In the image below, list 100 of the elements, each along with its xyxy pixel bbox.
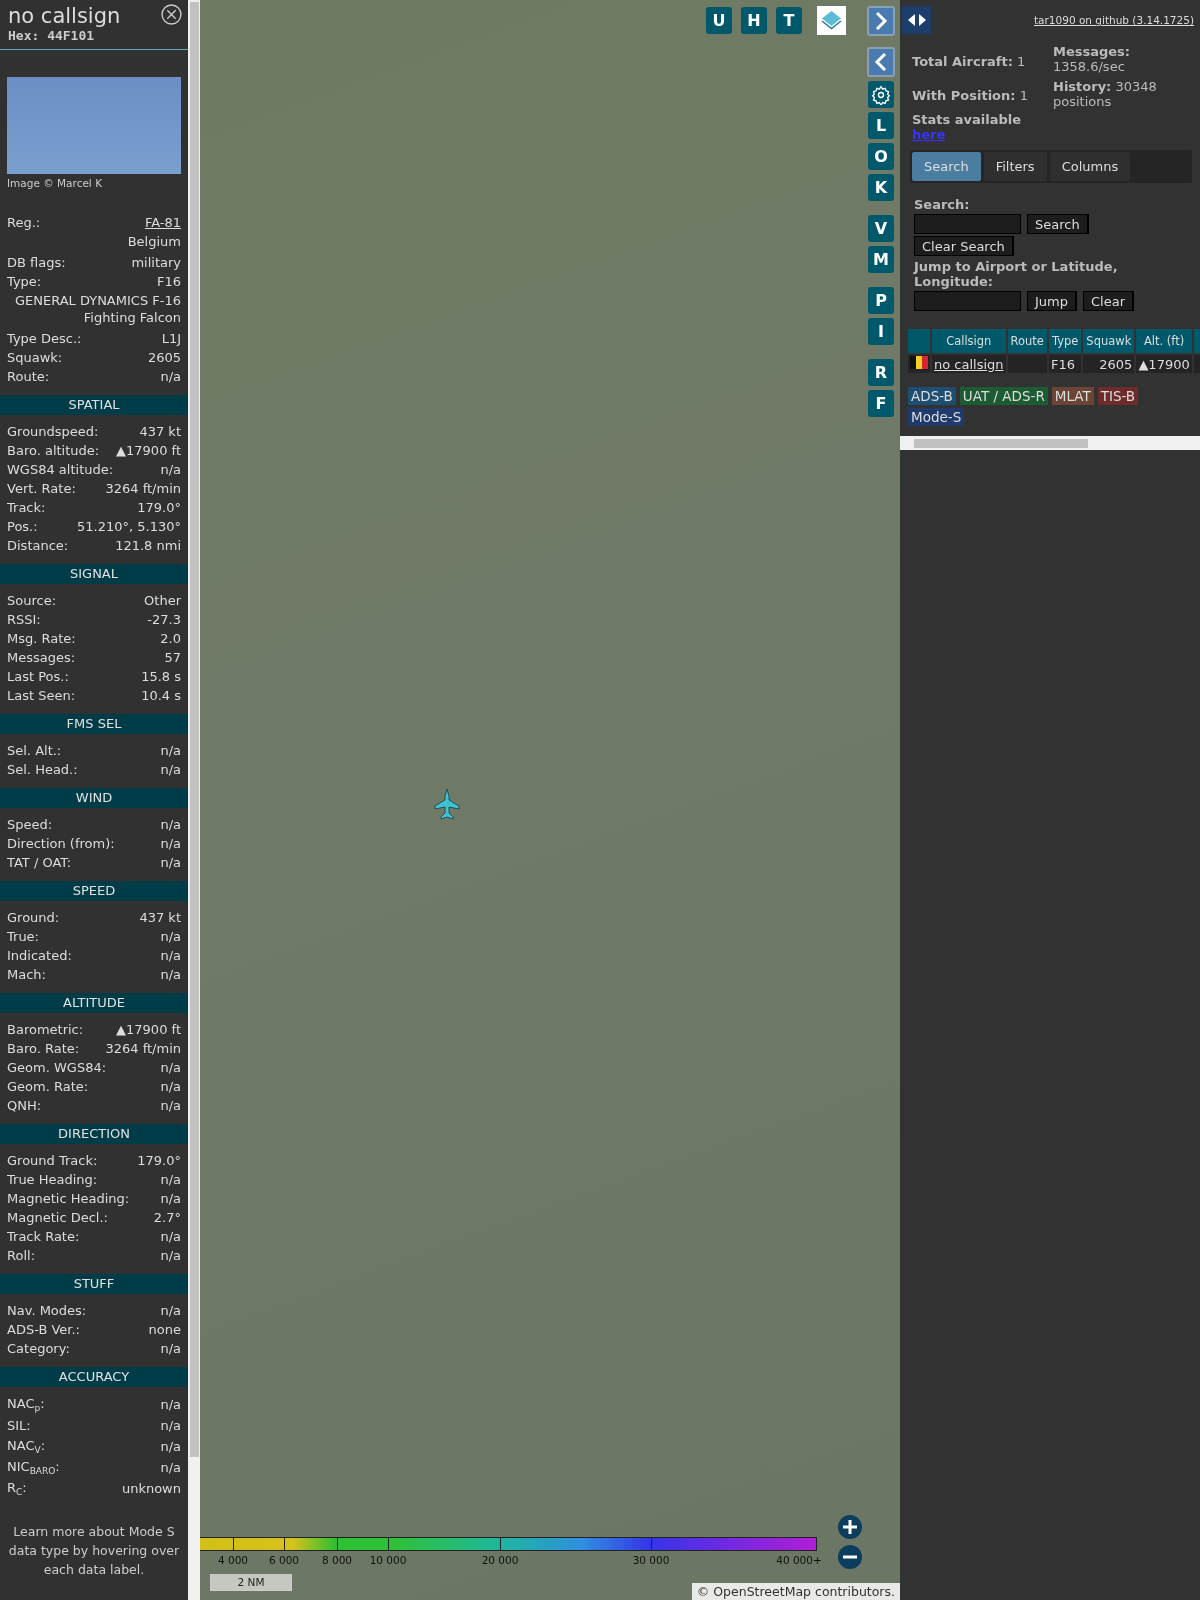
- table-cell: ▲17900: [1136, 355, 1192, 373]
- map-toggle-button[interactable]: V: [868, 215, 894, 242]
- registration-link[interactable]: FA-81: [144, 215, 181, 230]
- field-label: NAC$_{V}$:: [7, 1438, 46, 1455]
- column-header[interactable]: Callsign: [932, 329, 1006, 353]
- scale-bar: 2 NM: [210, 1574, 292, 1591]
- image-credit: Image © Marcel K: [6, 176, 103, 189]
- jump-label: Jump to Airport or Latitude, Longitude:: [914, 259, 1119, 289]
- search-field[interactable]: [914, 214, 1021, 234]
- map-toggle-button[interactable]: H: [741, 7, 767, 34]
- expand-button[interactable]: [867, 6, 895, 36]
- field-label: Pos.:: [7, 519, 38, 534]
- source-tag: MLAT: [1051, 387, 1094, 405]
- jump-field[interactable]: [914, 291, 1021, 311]
- field-value: n/a: [160, 1098, 181, 1113]
- column-header[interactable]: Route: [1007, 329, 1047, 353]
- field-value: n/a: [160, 462, 181, 477]
- stat-text: History: 30348 positions: [1053, 79, 1158, 109]
- field-value: GENERAL DYNAMICS F-16 Fighting Falcon: [13, 292, 181, 327]
- map-toggle-button[interactable]: R: [868, 359, 894, 386]
- callsign-link[interactable]: no callsign: [934, 356, 1004, 372]
- field-value: 2.7°: [153, 1210, 181, 1225]
- map-toggle-button[interactable]: P: [868, 287, 894, 314]
- close-icon[interactable]: [161, 4, 182, 25]
- field-value: F16: [156, 274, 181, 289]
- field-label: Vert. Rate:: [7, 481, 76, 496]
- chevron-left-icon: [874, 52, 888, 72]
- column-header[interactable]: Type: [1048, 329, 1082, 353]
- field-label: Msg. Rate:: [7, 631, 76, 646]
- field-value: 57: [164, 650, 181, 665]
- altitude-label: 40 000+: [776, 1554, 822, 1566]
- field-value: n/a: [160, 967, 181, 982]
- tab[interactable]: Columns: [1049, 152, 1131, 181]
- source-tag: TIS-B: [1097, 387, 1139, 405]
- map-toggle-button[interactable]: K: [868, 174, 894, 201]
- jump-button[interactable]: Jump: [1027, 291, 1077, 311]
- field-value: n/a: [160, 948, 181, 963]
- stat-text: With Position: 1: [912, 86, 1029, 105]
- layers-icon[interactable]: [817, 6, 846, 35]
- help-text: Learn more about Mode S data type by hovering over each data label.: [7, 1523, 181, 1579]
- field-label: True Heading:: [7, 1172, 98, 1187]
- field-value: unknown: [121, 1481, 181, 1496]
- field-label: Roll:: [7, 1248, 35, 1263]
- altitude-label: 20 000: [481, 1554, 519, 1566]
- settings-button[interactable]: [868, 81, 894, 108]
- search-label: Search:: [914, 197, 971, 212]
- field-label: Mach:: [7, 967, 46, 982]
- map-background[interactable]: U H T L O K V M P I R F 4 000 6 000 8 000 10 000 20 000 30 000 40 000+ 2 NM © OpenStreetMap contributors.: [200, 0, 900, 1600]
- map-toggle-button[interactable]: M: [868, 246, 894, 273]
- chevron-right-icon: [874, 11, 888, 31]
- clear-button[interactable]: Clear: [1083, 291, 1134, 311]
- field-label: Nav. Modes:: [7, 1303, 87, 1318]
- map-toggle-button[interactable]: O: [868, 143, 894, 170]
- column-header[interactable]: Squawk: [1083, 329, 1135, 353]
- field-value: n/a: [160, 1303, 181, 1318]
- altitude-label: 6 000: [268, 1554, 300, 1566]
- map-toggle-button[interactable]: T: [776, 7, 802, 34]
- map-attribution: © OpenStreetMap contributors.: [691, 1583, 900, 1600]
- altitude-label: 8 000: [321, 1554, 353, 1566]
- map-toggle-button[interactable]: L: [868, 112, 894, 139]
- column-header[interactable]: Alt. (ft): [1136, 329, 1192, 353]
- source-tag: Mode-S: [908, 408, 965, 426]
- field-value: ▲17900 ft: [116, 1022, 181, 1037]
- map-toggle-button[interactable]: F: [868, 390, 894, 417]
- field-label: SIL:: [7, 1418, 31, 1433]
- horizontal-scrollbar[interactable]: [900, 436, 1200, 450]
- field-value: 2.0: [160, 631, 181, 646]
- map-toggle-button[interactable]: U: [706, 7, 732, 34]
- zoom-out-button[interactable]: [838, 1545, 862, 1569]
- aircraft-icon[interactable]: [433, 788, 461, 820]
- stat-text: Messages: 1358.6/sec: [1053, 44, 1132, 74]
- field-label: Category:: [7, 1341, 70, 1356]
- field-label: NIC$_{BARO}$:: [7, 1459, 60, 1476]
- section-header: ACCURACY: [0, 1367, 188, 1387]
- collapse-button[interactable]: [867, 47, 895, 77]
- altitude-label: 4 000: [217, 1554, 249, 1566]
- hex-code: Hex: 44F101: [8, 28, 96, 43]
- field-label: Ground Track:: [7, 1153, 98, 1168]
- field-value: 2605: [147, 350, 181, 365]
- altitude-label: 10 000: [369, 1554, 407, 1566]
- field-value: n/a: [160, 369, 181, 384]
- map-toggle-button[interactable]: I: [868, 318, 894, 345]
- vertical-scrollbar[interactable]: [188, 0, 200, 1600]
- field-label: Geom. Rate:: [7, 1079, 89, 1094]
- zoom-in-button[interactable]: [838, 1515, 862, 1539]
- field-label: Magnetic Heading:: [7, 1191, 130, 1206]
- field-value: L1J: [161, 331, 181, 346]
- field-label: WGS84 altitude:: [7, 462, 114, 477]
- tab[interactable]: Filters: [983, 152, 1047, 181]
- section-header: SIGNAL: [0, 564, 188, 584]
- field-label: TAT / OAT:: [7, 855, 72, 870]
- field-label: Geom. WGS84:: [7, 1060, 107, 1075]
- field-value: n/a: [160, 1191, 181, 1206]
- clear-search-button[interactable]: Clear Search: [914, 236, 1014, 256]
- field-value: n/a: [160, 1397, 181, 1412]
- github-link[interactable]: tar1090 on github (3.14.1725): [1034, 14, 1194, 26]
- field-label: DB flags:: [7, 255, 66, 270]
- panel-toggle-button[interactable]: [902, 6, 931, 34]
- section-header: FMS SEL: [0, 714, 188, 734]
- search-button[interactable]: Search: [1027, 214, 1089, 234]
